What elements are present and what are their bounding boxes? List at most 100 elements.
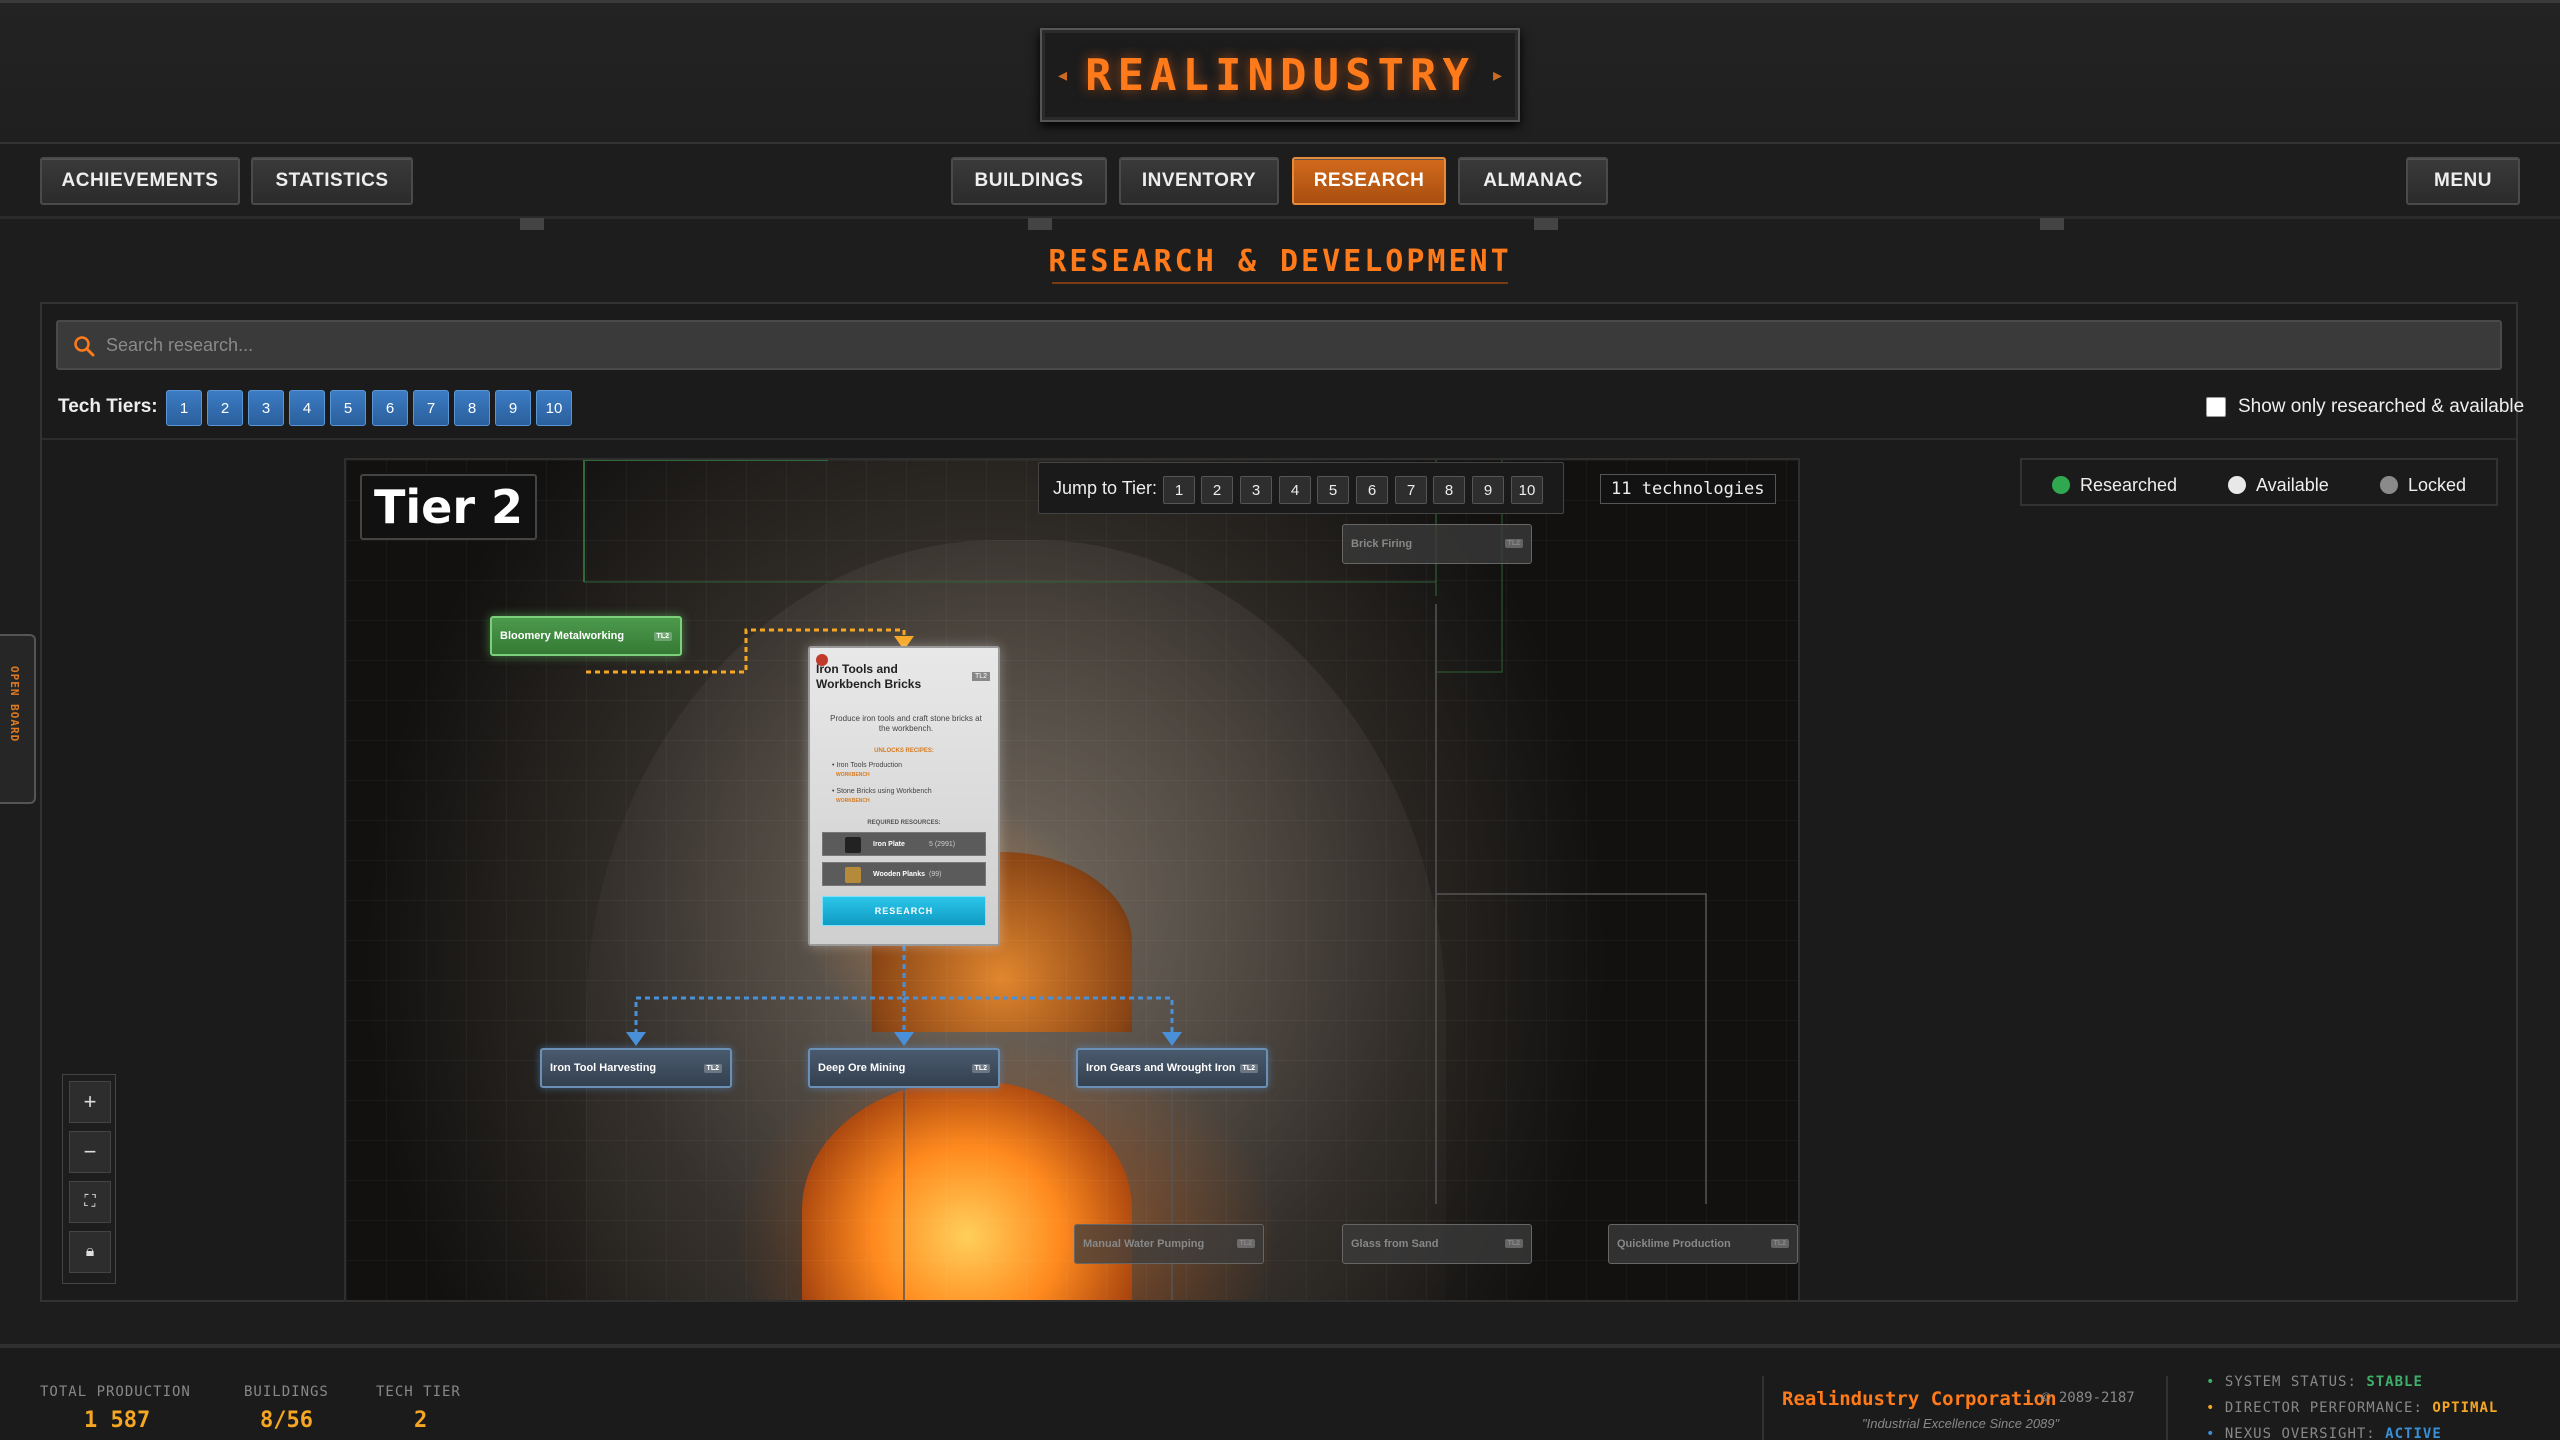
menu-button[interactable]: MENU <box>2406 157 2520 205</box>
research-tree-canvas[interactable]: Tier 2 Jump to Tier: 1 2 3 4 5 6 7 8 9 1… <box>344 458 1800 1302</box>
tech-tiers-label: Tech Tiers: <box>58 396 158 417</box>
card-unlock-badge: WORKBENCH <box>836 772 870 778</box>
tab-buildings[interactable]: BUILDINGS <box>951 157 1107 205</box>
card-tier-tag: TL2 <box>971 672 990 681</box>
node-brick-firing[interactable]: Brick Firing TL2 <box>1342 524 1532 564</box>
open-board-tab[interactable]: OPEN BOARD <box>0 634 36 804</box>
tier-button-7[interactable]: 7 <box>413 390 449 426</box>
node-tier-tag: TL2 <box>1239 1064 1258 1073</box>
zoom-out-icon[interactable]: − <box>69 1131 111 1173</box>
node-tier-tag: TL2 <box>1770 1239 1789 1248</box>
card-title: Iron Tools and Workbench Bricks <box>816 662 922 691</box>
search-input[interactable] <box>106 322 2486 368</box>
nav-notch <box>1028 218 1052 230</box>
status-legend: Researched Available Locked <box>2020 458 2498 506</box>
panel-separator <box>42 438 2516 440</box>
app-title: REALINDUSTRY <box>1085 49 1475 101</box>
tier-button-6[interactable]: 6 <box>372 390 408 426</box>
jump-tier-8[interactable]: 8 <box>1433 476 1465 504</box>
node-quicklime-production[interactable]: Quicklime Production TL2 <box>1608 1224 1798 1264</box>
iron-plate-icon <box>845 837 861 853</box>
logo-right-arrow-icon: ▸ <box>1492 64 1502 85</box>
node-label: Glass from Sand <box>1351 1238 1439 1250</box>
fit-view-icon[interactable]: ⛶ <box>69 1181 111 1223</box>
tier-button-5[interactable]: 5 <box>330 390 366 426</box>
zoom-controls: + − ⛶ 🔒︎ <box>62 1074 116 1284</box>
jump-tier-2[interactable]: 2 <box>1201 476 1233 504</box>
logo-left-arrow-icon: ◂ <box>1058 64 1068 85</box>
tab-almanac[interactable]: ALMANAC <box>1458 157 1608 205</box>
node-label: Manual Water Pumping <box>1083 1238 1205 1250</box>
tier-button-2[interactable]: 2 <box>207 390 243 426</box>
open-board-label: OPEN BOARD <box>8 666 21 743</box>
title-underline <box>1052 282 1508 284</box>
footer-separator <box>1762 1376 1764 1440</box>
corporation-name: Realindustry Corporation <box>1782 1388 2057 1410</box>
locked-dot-icon <box>2380 476 2398 494</box>
jump-tier-4[interactable]: 4 <box>1279 476 1311 504</box>
total-production-label: TOTAL PRODUCTION <box>40 1384 191 1400</box>
node-manual-water-pumping[interactable]: Manual Water Pumping TL2 <box>1074 1224 1264 1264</box>
card-required-label: REQUIRED RESOURCES: <box>867 820 941 826</box>
jump-tier-6[interactable]: 6 <box>1356 476 1388 504</box>
app-logo: ◂ REALINDUSTRY ▸ <box>1040 28 1520 122</box>
tab-achievements[interactable]: ACHIEVEMENTS <box>40 157 240 205</box>
node-tier-tag: TL2 <box>1504 539 1523 548</box>
jump-tier-5[interactable]: 5 <box>1317 476 1349 504</box>
nexus-oversight-line: • NEXUS OVERSIGHT: ACTIVE <box>2206 1426 2442 1440</box>
card-unlock-item: • Stone Bricks using Workbench <box>832 788 932 795</box>
nav-notch <box>520 218 544 230</box>
tier-button-8[interactable]: 8 <box>454 390 490 426</box>
top-header: ◂ REALINDUSTRY ▸ <box>0 0 2560 144</box>
tech-tier-label: TECH TIER <box>376 1384 461 1400</box>
tier-button-1[interactable]: 1 <box>166 390 202 426</box>
node-tier-tag: TL2 <box>971 1064 990 1073</box>
selected-tech-card[interactable]: Iron Tools and Workbench Bricks TL2 Prod… <box>808 646 1000 946</box>
jump-tier-7[interactable]: 7 <box>1395 476 1427 504</box>
jump-tier-9[interactable]: 9 <box>1472 476 1504 504</box>
jump-tier-1[interactable]: 1 <box>1163 476 1195 504</box>
tab-research[interactable]: RESEARCH <box>1292 157 1446 205</box>
buildings-value: 8/56 <box>260 1408 313 1433</box>
node-glass-from-sand[interactable]: Glass from Sand TL2 <box>1342 1224 1532 1264</box>
tab-inventory[interactable]: INVENTORY <box>1119 157 1279 205</box>
search-icon <box>74 336 95 357</box>
show-researched-checkbox[interactable] <box>2206 397 2226 417</box>
technology-count: 11 technologies <box>1600 474 1776 504</box>
node-deep-ore-mining[interactable]: Deep Ore Mining TL2 <box>808 1048 1000 1088</box>
node-label: Deep Ore Mining <box>818 1062 906 1074</box>
buildings-label: BUILDINGS <box>244 1384 329 1400</box>
corporation-years: © 2089-2187 <box>2042 1390 2135 1406</box>
node-label: Iron Gears and Wrought Iron <box>1086 1062 1236 1074</box>
tier-button-10[interactable]: 10 <box>536 390 572 426</box>
footer-separator <box>2166 1376 2168 1440</box>
lock-icon[interactable]: 🔒︎ <box>69 1231 111 1273</box>
tier-heading: Tier 2 <box>360 474 538 540</box>
tech-tier-value: 2 <box>414 1408 428 1433</box>
tier-button-4[interactable]: 4 <box>289 390 325 426</box>
jump-tier-10[interactable]: 10 <box>1511 476 1543 504</box>
page-title: RESEARCH & DEVELOPMENT <box>1048 244 1512 279</box>
available-dot-icon <box>2228 476 2246 494</box>
zoom-in-icon[interactable]: + <box>69 1081 111 1123</box>
director-performance-line: • DIRECTOR PERFORMANCE: OPTIMAL <box>2206 1400 2499 1416</box>
card-unlock-badge: WORKBENCH <box>836 798 870 804</box>
jump-tier-3[interactable]: 3 <box>1240 476 1272 504</box>
node-iron-tool-harvesting[interactable]: Iron Tool Harvesting TL2 <box>540 1048 732 1088</box>
tier-button-3[interactable]: 3 <box>248 390 284 426</box>
wooden-planks-icon <box>845 867 861 883</box>
tier-button-9[interactable]: 9 <box>495 390 531 426</box>
legend-available: Available <box>2256 475 2329 495</box>
search-bar[interactable] <box>56 320 2502 370</box>
jump-to-tier-bar: Jump to Tier: 1 2 3 4 5 6 7 8 9 10 <box>1038 462 1564 514</box>
node-tier-tag: TL2 <box>703 1064 722 1073</box>
research-button[interactable]: RESEARCH <box>822 896 986 926</box>
node-tier-tag: TL2 <box>1236 1239 1255 1248</box>
tab-statistics[interactable]: STATISTICS <box>251 157 413 205</box>
node-iron-gears[interactable]: Iron Gears and Wrought Iron TL2 <box>1076 1048 1268 1088</box>
legend-locked: Locked <box>2408 475 2467 495</box>
node-tier-tag: TL2 <box>653 632 672 641</box>
nav-divider <box>0 216 2560 219</box>
legend-researched: Researched <box>2080 475 2178 495</box>
node-bloomery-metalworking[interactable]: Bloomery Metalworking TL2 <box>490 616 682 656</box>
